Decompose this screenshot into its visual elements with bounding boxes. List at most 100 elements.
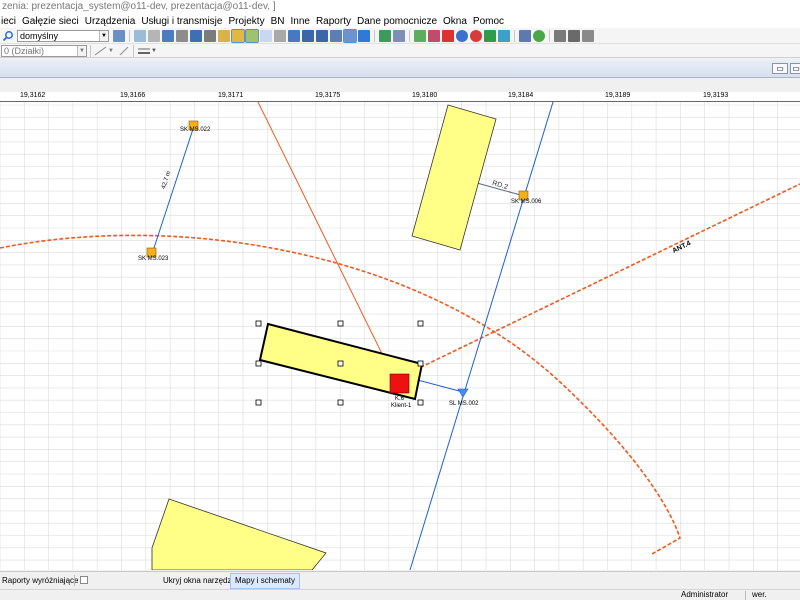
layer-combo[interactable]: 0 (Działki) ▼ (1, 44, 87, 57)
copy-icon[interactable] (148, 29, 160, 42)
sl-ms-002-label: SL MS.002 (449, 401, 479, 407)
sk-ms-006-label: SK MS.006 (511, 199, 542, 205)
grid-icon[interactable] (176, 29, 188, 42)
split-icon[interactable] (428, 29, 440, 42)
toolbar-separator (409, 29, 410, 42)
status-user: Administrator (681, 590, 729, 599)
status-bar: Administrator wer. 10.6.2.51 (0, 589, 800, 600)
chevron-down-icon[interactable]: ▼ (108, 48, 114, 54)
ruler-label: 19,3189 (605, 92, 631, 99)
snap-icon[interactable] (288, 29, 300, 42)
reports-dropdown-label: Raporty wyróżniające (2, 576, 79, 585)
select-mode-icon[interactable] (231, 28, 245, 43)
menu-item-raporty[interactable]: Raporty (313, 16, 354, 27)
measure-icon[interactable] (519, 29, 531, 42)
client-name-label: Klient-1 (391, 403, 412, 409)
toolbar-separator (549, 29, 550, 42)
export-icon[interactable] (484, 29, 496, 42)
user-group-icon[interactable] (582, 29, 594, 42)
table-icon[interactable] (162, 29, 174, 42)
view-combo-value: domyślny (20, 30, 59, 41)
tab-maps-schemas[interactable]: Mapy i schematy (230, 573, 301, 589)
close-icon[interactable] (442, 29, 454, 42)
align-left-icon[interactable] (302, 29, 314, 42)
menu-item-bn[interactable]: BN (268, 16, 288, 27)
user-icon[interactable] (568, 29, 580, 42)
view-combo[interactable]: domyślny ▼ (17, 29, 109, 42)
globe-icon[interactable] (533, 29, 545, 42)
line-style-icon[interactable] (94, 45, 108, 57)
ruler-label: 19,3166 (120, 92, 146, 99)
hide-tools-button[interactable]: Ukryj okna narzędzi (163, 576, 233, 585)
menu-item-dane[interactable]: Dane pomocnicze (354, 16, 440, 27)
toolbar-separator (514, 29, 515, 42)
properties-icon[interactable] (113, 29, 125, 42)
reports-checkbox[interactable] (80, 576, 88, 584)
main-toolbar: domyślny ▼ (0, 28, 800, 44)
menu-item-pomoc[interactable]: Pomoc (470, 16, 507, 27)
layers-icon[interactable] (134, 29, 146, 42)
coordinate-ruler: 19,3162 19,3166 19,3171 19,3175 19,3180 … (0, 92, 800, 102)
ruler-label: 19,3175 (315, 92, 341, 99)
network-icon[interactable] (190, 29, 202, 42)
align-right-icon[interactable] (316, 29, 328, 42)
toolbar-separator (90, 44, 91, 57)
schema-mode-icon[interactable] (245, 28, 259, 43)
print-icon[interactable] (204, 29, 216, 42)
drawing-toolbar: 0 (Działki) ▼ ▼ ▼ (0, 44, 800, 58)
chevron-down-icon: ▼ (99, 30, 108, 41)
chevron-down-icon[interactable]: ▼ (151, 48, 157, 54)
building-bottom[interactable] (151, 498, 327, 570)
minimize-icon[interactable]: ▭ (772, 63, 788, 74)
toolbar-separator (129, 29, 130, 42)
trace-icon[interactable] (498, 29, 510, 42)
line-width-icon[interactable] (137, 45, 151, 57)
menu-item-projekty[interactable]: Projekty (225, 16, 267, 27)
image-icon[interactable] (379, 29, 391, 42)
menu-item-sieci[interactable]: ieci (0, 16, 19, 27)
tab-maps-schemas-label: Mapy i schematy (235, 576, 296, 585)
search-icon[interactable] (2, 30, 14, 42)
stop-icon[interactable] (470, 29, 482, 42)
link-022-023[interactable] (151, 125, 195, 255)
map-grid (0, 102, 800, 570)
frame-icon[interactable] (260, 29, 272, 42)
client-code-label: K.6 (395, 396, 405, 402)
map-icon[interactable] (218, 29, 230, 42)
status-separator (745, 591, 746, 600)
route-icon[interactable] (343, 28, 357, 43)
map-drawing[interactable] (0, 102, 800, 570)
document-tabstrip: ▭ ▭ (0, 60, 800, 78)
menu-item-uslugi[interactable]: Usługi i transmisje (138, 16, 225, 27)
edit-icon[interactable] (414, 29, 426, 42)
sk-ms-022-label: SK MS.022 (180, 127, 211, 133)
ruler-label: 19,3184 (508, 92, 534, 99)
connect-icon[interactable] (393, 29, 405, 42)
zoom-extent-icon[interactable] (330, 29, 342, 42)
sk-ms-023-label: SK MS.023 (138, 256, 169, 262)
toolbar-separator (374, 29, 375, 42)
info-icon[interactable] (456, 29, 468, 42)
list-icon[interactable] (274, 29, 286, 42)
restore-icon[interactable]: ▭ (790, 63, 800, 74)
layer-combo-value: 0 (Działki) (4, 45, 45, 56)
ruler-label: 19,3180 (412, 92, 438, 99)
client-node[interactable] (389, 373, 410, 394)
ruler-label: 19,3171 (218, 92, 244, 99)
menu-item-urzadzenia[interactable]: Urządzenia (82, 16, 139, 27)
status-version: wer. 10.6.2.51 (752, 590, 767, 599)
menu-bar: ieci Gałęzie sieci Urządzenia Usługi i t… (0, 14, 800, 28)
sl-ms-002-node[interactable] (457, 388, 469, 398)
chevron-down-icon: ▼ (77, 45, 86, 56)
menu-item-galezie[interactable]: Gałęzie sieci (19, 16, 82, 27)
ruler-label: 19,3162 (20, 92, 46, 99)
expand-icon[interactable] (358, 29, 370, 42)
window-title: zenia: prezentacja_system@o11-dev, preze… (0, 0, 800, 14)
toolbar-separator (132, 44, 134, 57)
map-canvas[interactable]: SK MS.022 SK MS.023 SK MS.006 42,7 m RD.… (0, 102, 800, 570)
bottom-bar: Raporty wyróżniające ▼ Ukryj okna narzęd… (0, 571, 800, 589)
menu-item-okna[interactable]: Okna (440, 16, 470, 27)
pen-icon[interactable] (118, 45, 130, 57)
menu-item-inne[interactable]: Inne (287, 16, 312, 27)
person-icon[interactable] (554, 29, 566, 42)
